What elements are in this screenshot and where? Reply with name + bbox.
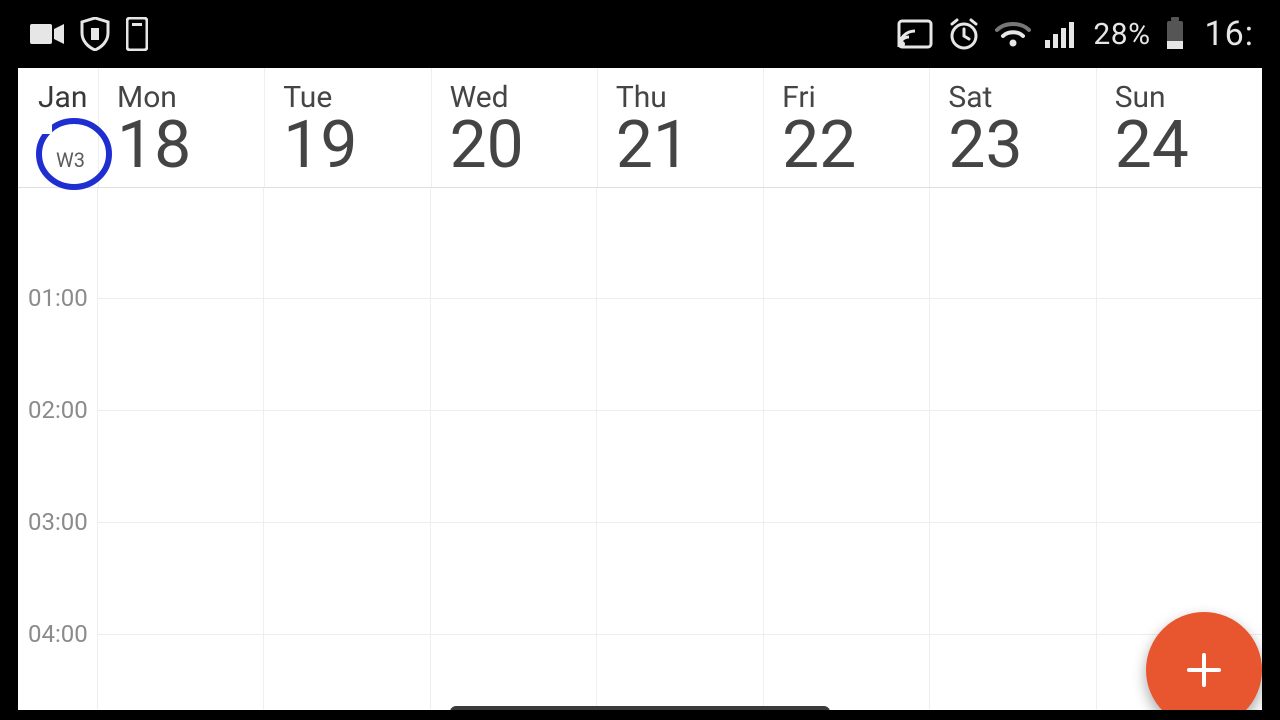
day-column[interactable] <box>98 188 263 710</box>
day-column[interactable] <box>596 188 762 710</box>
day-header-tue[interactable]: Tue 19 <box>264 68 430 187</box>
day-header-sat[interactable]: Sat 23 <box>929 68 1095 187</box>
add-event-button[interactable] <box>1146 612 1262 720</box>
plus-icon <box>1181 647 1227 693</box>
day-header-row: Jan W3 Mon 18 Tue 19 Wed 20 <box>18 68 1262 188</box>
status-bar: 28% 16: <box>18 0 1262 68</box>
day-header-fri[interactable]: Fri 22 <box>763 68 929 187</box>
day-column[interactable] <box>763 188 929 710</box>
wifi-icon <box>995 20 1031 48</box>
video-icon <box>30 22 64 46</box>
time-gutter <box>18 188 98 710</box>
time-grid[interactable]: 01:0002:0003:0004:00 <box>18 188 1262 710</box>
day-column[interactable] <box>263 188 429 710</box>
month-week-cell[interactable]: Jan W3 <box>18 68 98 187</box>
status-clock: 16: <box>1205 14 1254 54</box>
battery-percent: 28% <box>1093 17 1150 52</box>
cast-icon <box>897 19 933 49</box>
shield-icon <box>80 17 110 51</box>
alarm-icon <box>947 17 981 51</box>
day-column[interactable] <box>430 188 596 710</box>
phone-icon <box>126 17 148 51</box>
day-column[interactable] <box>929 188 1095 710</box>
day-header-thu[interactable]: Thu 21 <box>597 68 763 187</box>
toast-sliver <box>450 706 830 720</box>
signal-icon <box>1045 20 1077 48</box>
day-header-mon[interactable]: Mon 18 <box>98 68 264 187</box>
week-number-badge: W3 <box>34 116 112 192</box>
calendar-week-view[interactable]: Jan W3 Mon 18 Tue 19 Wed 20 <box>18 68 1262 710</box>
month-label: Jan <box>38 80 98 115</box>
day-header-sun[interactable]: Sun 24 <box>1096 68 1262 187</box>
day-header-wed[interactable]: Wed 20 <box>431 68 597 187</box>
battery-icon <box>1165 17 1185 51</box>
